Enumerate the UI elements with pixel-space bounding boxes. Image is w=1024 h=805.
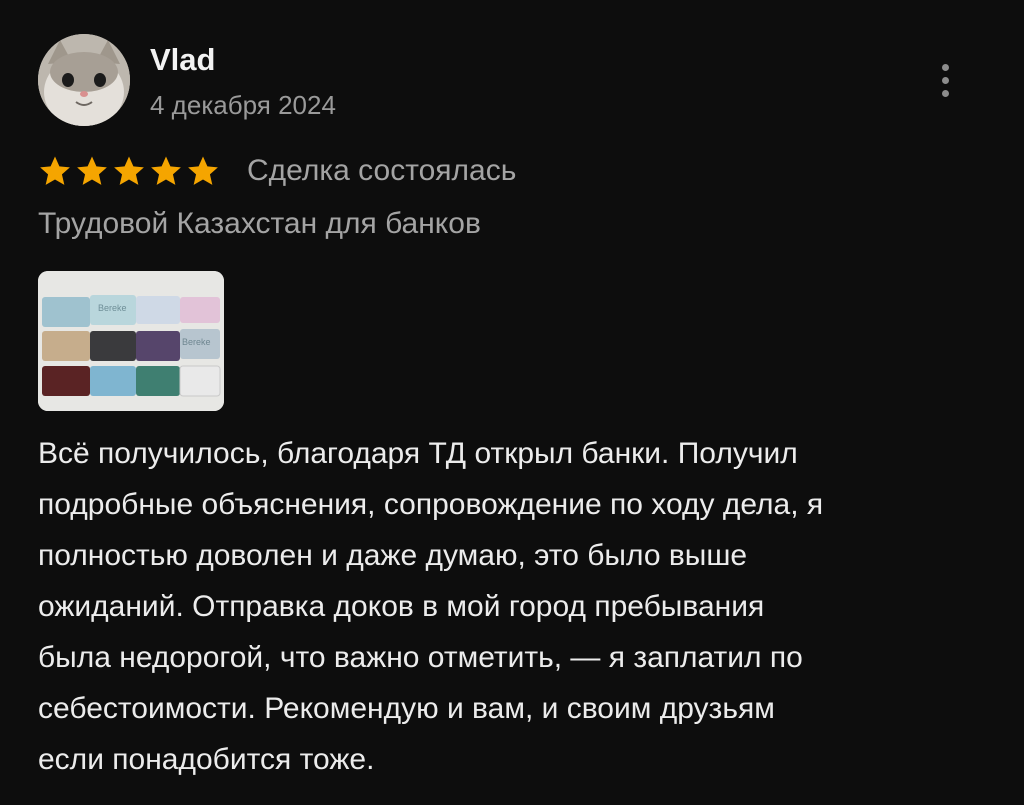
review-text-line: себестоимости. Рекомендую и вам, и своим…: [38, 692, 775, 725]
card-brand-text: Bereke: [98, 303, 127, 313]
review-text-line: ожиданий. Отправка доков в мой город пре…: [38, 590, 765, 623]
bank-cards-photo: Bereke Bereke: [38, 271, 224, 411]
more-vertical-icon-dot: [941, 89, 949, 97]
more-vertical-icon-dot: [941, 76, 949, 84]
star-icon: [186, 154, 220, 188]
avatar[interactable]: [38, 34, 130, 126]
deal-status: Сделка состоялась: [247, 154, 517, 187]
review-date: 4 декабря 2024: [150, 90, 336, 120]
review-photo[interactable]: Bereke Bereke: [38, 271, 224, 411]
review-text: Всё получилось, благодаря ТД открыл банк…: [38, 428, 998, 785]
review-text-line: полностью доволен и даже думаю, это было…: [38, 539, 748, 572]
service-name[interactable]: Трудовой Казахстан для банков: [38, 205, 481, 243]
cat-avatar-image: [38, 34, 130, 126]
star-icon: [38, 154, 72, 188]
review-text-line: подробные объяснения, сопровождение по х…: [38, 488, 824, 521]
star-icon: [149, 154, 183, 188]
card-brand-text: Bereke: [182, 337, 211, 347]
review-card: Vlad 4 декабря 2024 Сделка состоялась Тр…: [0, 0, 1024, 805]
review-text-line: если понадобится тоже.: [38, 743, 375, 776]
more-options-button[interactable]: [928, 60, 962, 100]
star-icon: [112, 154, 146, 188]
author-name[interactable]: Vlad: [150, 40, 215, 80]
star-icon: [75, 154, 109, 188]
review-text-line: была недорогой, что важно отметить, — я …: [38, 641, 803, 674]
star-rating: [38, 152, 223, 190]
more-vertical-icon: [941, 63, 949, 71]
review-text-line: Всё получилось, благодаря ТД открыл банк…: [38, 437, 798, 470]
